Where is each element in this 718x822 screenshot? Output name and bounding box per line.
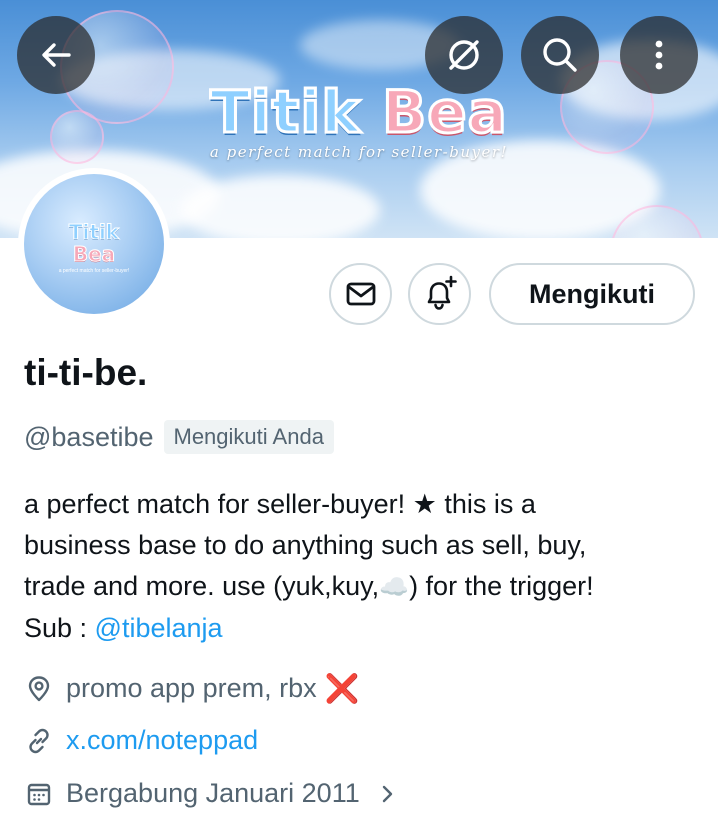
- website-row: x.com/noteppad: [24, 725, 258, 756]
- bio-line: a perfect match for seller-buyer! ★ this…: [24, 489, 536, 519]
- cloud-emoji: ☁️: [379, 574, 410, 601]
- notifications-button[interactable]: [408, 263, 471, 325]
- banner-tagline: a perfect match for seller-buyer!: [209, 143, 509, 161]
- bell-plus-icon: [427, 275, 457, 310]
- following-button-label: Mengikuti: [529, 278, 655, 309]
- envelope-icon: [346, 282, 375, 306]
- arrow-left-icon: [42, 43, 71, 67]
- profile-bio: a perfect match for seller-buyer! ★ this…: [24, 484, 704, 649]
- banner-brand-word-1: Titik: [209, 77, 362, 148]
- grok-button[interactable]: [425, 16, 503, 94]
- chevron-right-icon: [372, 779, 402, 809]
- joined-row[interactable]: Bergabung Januari 2011: [24, 778, 402, 809]
- cross-mark-emoji: ❌: [324, 673, 360, 704]
- display-name: ti-ti-be.: [24, 352, 148, 393]
- banner-brand-title: Titik Bea: [0, 77, 718, 148]
- avatar-tagline: a perfect match for seller-buyer!: [58, 268, 130, 274]
- handle-row: @basetibe Mengikuti Anda: [24, 420, 334, 454]
- more-vertical-icon: [655, 40, 663, 70]
- avatar-brand-word-1: Titik: [68, 220, 120, 245]
- location-row: promo app prem, rbx ❌: [24, 672, 359, 705]
- bio-sub-label: Sub :: [24, 613, 95, 643]
- bio-line: trade and more. use (yuk,kuy,☁️) for the…: [24, 566, 704, 608]
- location-pin-icon: [24, 674, 54, 704]
- search-icon: [543, 38, 577, 72]
- user-handle: @basetibe: [24, 421, 154, 452]
- search-button[interactable]: [521, 16, 599, 94]
- avatar[interactable]: Titik Bea a perfect match for seller-buy…: [18, 168, 170, 320]
- avatar-image: Titik Bea a perfect match for seller-buy…: [24, 174, 164, 314]
- following-button[interactable]: Mengikuti: [489, 263, 695, 325]
- follows-you-badge: Mengikuti Anda: [163, 420, 334, 454]
- back-button[interactable]: [17, 16, 95, 94]
- slashed-circle-icon: [449, 40, 479, 70]
- calendar-icon: [24, 779, 54, 809]
- joined-date: Bergabung Januari 2011: [66, 778, 360, 808]
- website-link[interactable]: x.com/noteppad: [66, 725, 258, 756]
- sub-account-link[interactable]: @tibelanja: [95, 613, 223, 643]
- location-text: promo app prem, rbx: [66, 673, 317, 703]
- message-button[interactable]: [329, 263, 392, 325]
- bio-text: trade and more. use (yuk,kuy,: [24, 571, 380, 601]
- more-button[interactable]: [620, 16, 698, 94]
- bio-line: business base to do anything such as sel…: [24, 530, 587, 560]
- bio-line: Sub : @tibelanja: [24, 608, 704, 649]
- bio-text: ) for the trigger!: [409, 571, 594, 601]
- link-icon: [24, 726, 54, 756]
- avatar-brand-word-2: Bea: [72, 242, 116, 267]
